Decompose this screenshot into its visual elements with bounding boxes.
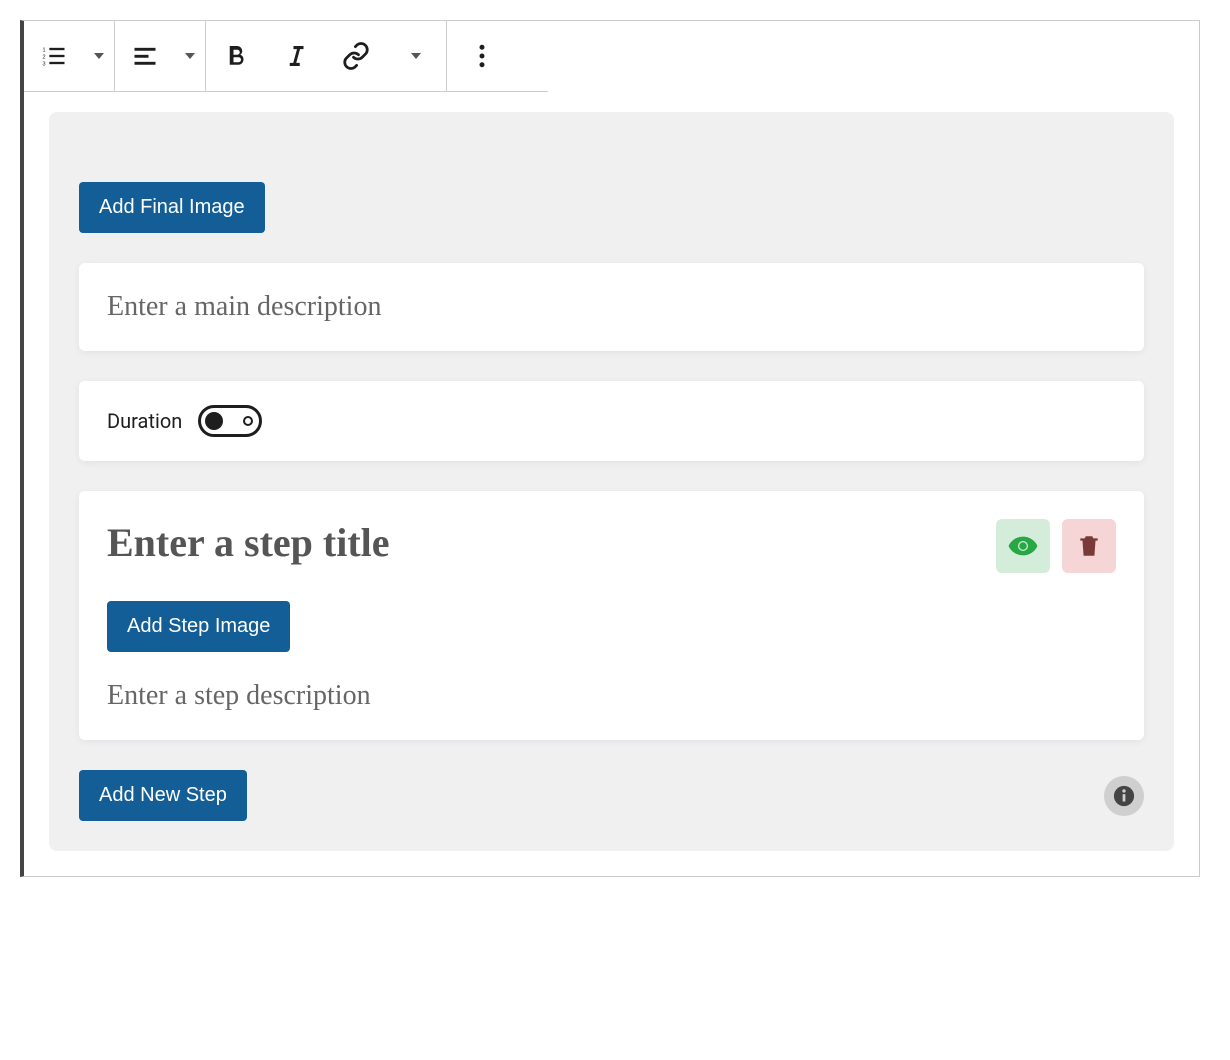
duration-label: Duration [107, 409, 182, 433]
block-toolbar: 1 2 3 [24, 21, 548, 92]
link-icon [341, 41, 371, 71]
main-description-input[interactable] [107, 291, 1116, 323]
step-title-input[interactable] [107, 519, 976, 566]
step-actions [996, 519, 1116, 573]
align-dropdown-button[interactable] [175, 21, 205, 91]
visibility-button[interactable] [996, 519, 1050, 573]
align-left-icon [131, 42, 159, 70]
main-description-card [79, 263, 1144, 351]
italic-button[interactable] [266, 21, 326, 91]
info-icon [1113, 785, 1135, 807]
step-description-input[interactable] [107, 680, 1116, 712]
svg-text:3: 3 [42, 61, 45, 67]
caret-down-icon [185, 53, 195, 59]
caret-down-icon [411, 53, 421, 59]
steps-block-container: Add Final Image Duration [49, 112, 1174, 851]
add-step-image-button[interactable]: Add Step Image [107, 601, 290, 652]
step-body: Add Step Image [107, 601, 1116, 712]
list-dropdown-button[interactable] [84, 21, 114, 91]
duration-toggle[interactable] [198, 405, 262, 437]
delete-button[interactable] [1062, 519, 1116, 573]
svg-text:1: 1 [42, 47, 45, 53]
ordered-list-button[interactable]: 1 2 3 [24, 21, 84, 91]
duration-row: Duration [107, 405, 1116, 437]
eye-icon [1008, 531, 1038, 561]
toolbar-group-format [206, 21, 447, 91]
ordered-list-icon: 1 2 3 [40, 42, 68, 70]
block-footer: Add New Step [79, 770, 1144, 821]
align-button[interactable] [115, 21, 175, 91]
bold-icon [221, 41, 251, 71]
link-button[interactable] [326, 21, 386, 91]
bold-button[interactable] [206, 21, 266, 91]
add-new-step-button[interactable]: Add New Step [79, 770, 247, 821]
info-button[interactable] [1104, 776, 1144, 816]
duration-card: Duration [79, 381, 1144, 461]
svg-text:2: 2 [42, 54, 45, 60]
step-header [107, 519, 1116, 573]
italic-icon [281, 41, 311, 71]
add-final-image-button[interactable]: Add Final Image [79, 182, 265, 233]
toolbar-group-align [115, 21, 206, 91]
trash-icon [1076, 533, 1102, 559]
more-options-button[interactable] [447, 21, 517, 91]
toggle-knob [205, 412, 223, 430]
editor-block-frame: 1 2 3 [20, 20, 1200, 877]
editor-content-area: Add Final Image Duration [24, 92, 1199, 876]
caret-down-icon [94, 53, 104, 59]
toolbar-group-list: 1 2 3 [24, 21, 115, 91]
toolbar-group-more [447, 21, 517, 91]
more-format-dropdown[interactable] [386, 21, 446, 91]
toggle-indicator [243, 416, 253, 426]
step-card: Add Step Image [79, 491, 1144, 740]
more-vertical-icon [467, 41, 497, 71]
